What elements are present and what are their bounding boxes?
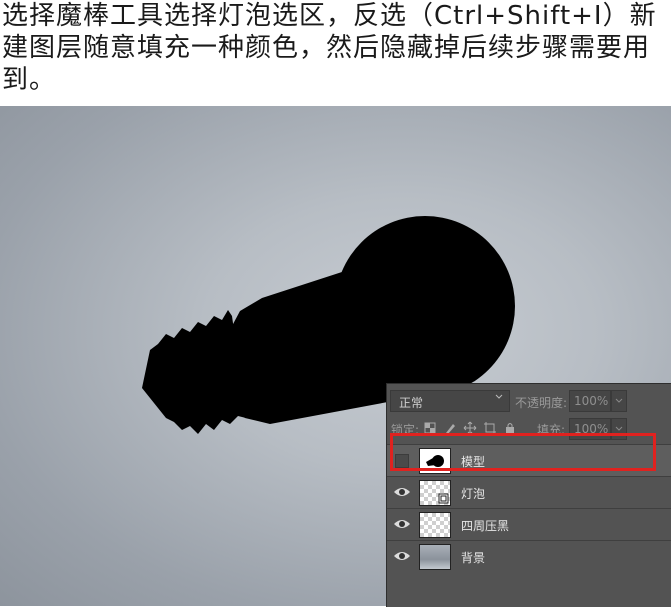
layer-row-vignette[interactable]: 四周压黑 [387,508,671,540]
layers-panel: 正常 不透明度: 100% 锁定: 填充: 100% 模型 灯泡 四周压黑 背景 [386,383,671,607]
visibility-toggle-off[interactable] [395,454,409,468]
blend-mode-select[interactable]: 正常 [390,390,510,412]
layer-row-model[interactable]: 模型 [387,444,671,476]
layer-name: 四周压黑 [461,519,510,533]
bulb-mask-icon [426,455,444,467]
layer-thumbnail [419,480,451,506]
layer-name: 灯泡 [461,487,486,501]
opacity-dropdown-button[interactable] [611,390,627,412]
smart-object-icon [438,493,449,504]
instruction-text: 选择魔棒工具选择灯泡选区，反选（Ctrl+Shift+I）新建图层随意填充一种颜… [2,1,657,95]
layer-thumbnail [419,544,451,570]
layer-thumbnail [419,512,451,538]
layer-name: 模型 [461,455,486,469]
fill-value: 100% [574,422,609,436]
lock-artboard-icon[interactable] [483,421,497,435]
fill-label: 填充: [537,423,566,437]
layer-thumbnail [419,448,451,474]
layer-row-background[interactable]: 背景 [387,540,671,572]
lock-label: 锁定: [391,423,420,437]
chevron-down-icon [495,394,503,399]
opacity-value: 100% [574,394,609,408]
fill-input[interactable]: 100% [569,418,611,440]
blend-mode-value: 正常 [399,396,424,410]
eye-icon[interactable] [393,517,411,531]
lock-position-icon[interactable] [463,421,477,435]
lock-all-icon[interactable] [503,421,517,435]
lock-transparent-pixels-icon[interactable] [423,421,437,435]
opacity-input[interactable]: 100% [569,390,611,412]
opacity-label: 不透明度: [515,396,568,410]
layer-row-bulb[interactable]: 灯泡 [387,476,671,508]
layer-name: 背景 [461,551,486,565]
chevron-down-icon [615,426,623,431]
lock-image-pixels-icon[interactable] [443,421,457,435]
eye-icon[interactable] [393,485,411,499]
fill-dropdown-button[interactable] [611,418,627,440]
chevron-down-icon [615,398,623,403]
eye-icon[interactable] [393,549,411,563]
